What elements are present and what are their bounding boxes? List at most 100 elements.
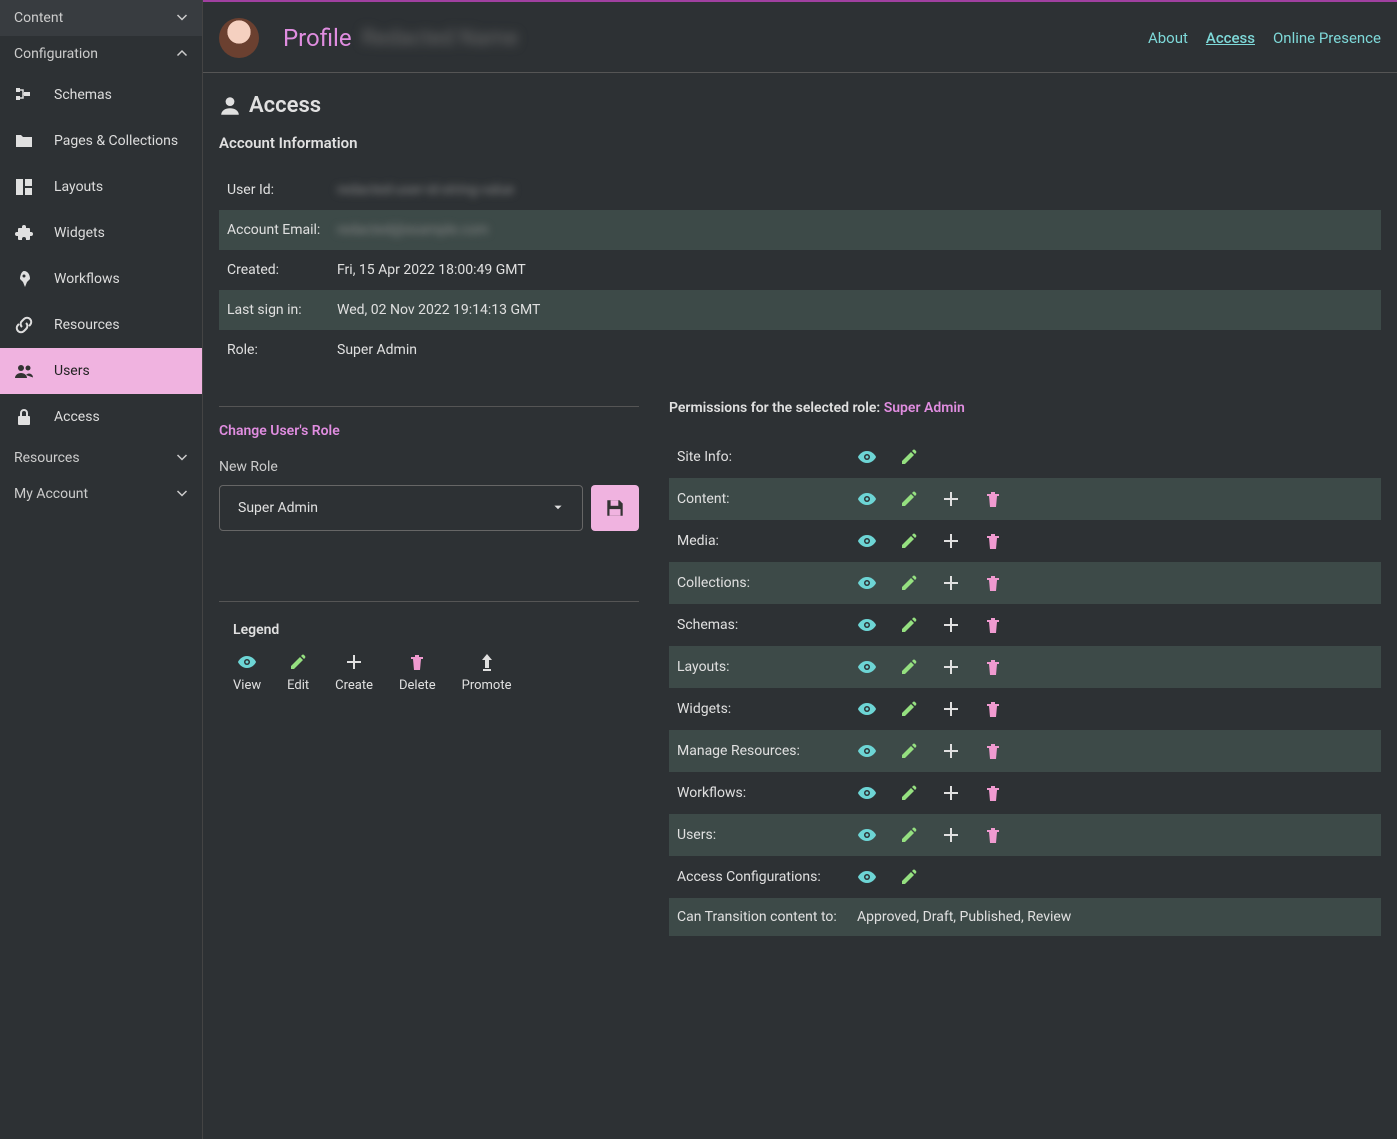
create-icon — [941, 783, 961, 803]
info-value: redacted@example.com — [329, 210, 1381, 250]
view-icon — [857, 657, 877, 677]
role-select-value: Super Admin — [238, 500, 318, 516]
delete-icon — [407, 652, 427, 672]
permission-row: Users: — [669, 814, 1381, 856]
info-row: Role:Super Admin — [219, 330, 1381, 370]
delete-icon — [983, 531, 1003, 551]
legend-label: Delete — [399, 678, 436, 693]
tab-online-presence[interactable]: Online Presence — [1273, 29, 1381, 47]
sidebar-item-pages-collections[interactable]: Pages & Collections — [0, 118, 202, 164]
users-icon — [14, 361, 34, 381]
view-icon — [857, 573, 877, 593]
rocket-icon — [14, 269, 34, 289]
sidebar-item-layouts[interactable]: Layouts — [0, 164, 202, 210]
nav-group-my-account[interactable]: My Account — [0, 476, 202, 512]
edit-icon — [899, 489, 919, 509]
section-title: Access — [249, 93, 321, 118]
sidebar-item-workflows[interactable]: Workflows — [0, 256, 202, 302]
permission-row: Workflows: — [669, 772, 1381, 814]
account-info-table: User Id:redacted-user-id-string-valueAcc… — [219, 170, 1381, 370]
legend-heading: Legend — [233, 622, 639, 638]
create-icon — [941, 489, 961, 509]
permission-label: Workflows: — [669, 772, 849, 814]
tab-about[interactable]: About — [1148, 29, 1188, 47]
permission-transition-row: Can Transition content to:Approved, Draf… — [669, 898, 1381, 936]
view-icon — [857, 615, 877, 635]
edit-icon — [899, 447, 919, 467]
new-role-label: New Role — [219, 459, 639, 475]
info-label: Role: — [219, 330, 329, 370]
layout-icon — [14, 177, 34, 197]
view-icon — [857, 867, 877, 887]
sidebar-item-schemas[interactable]: Schemas — [0, 72, 202, 118]
permissions-heading: Permissions for the selected role: Super… — [669, 400, 1381, 416]
sidebar-item-widgets[interactable]: Widgets — [0, 210, 202, 256]
edit-icon — [899, 573, 919, 593]
edit-icon — [899, 867, 919, 887]
chevron-down-icon — [176, 12, 188, 24]
chevron-down-icon — [176, 488, 188, 500]
info-label: Last sign in: — [219, 290, 329, 330]
edit-icon — [899, 783, 919, 803]
nav-group-configuration[interactable]: Configuration — [0, 36, 202, 72]
delete-icon — [983, 699, 1003, 719]
info-value: Super Admin — [329, 330, 1381, 370]
sidebar-item-label: Pages & Collections — [54, 133, 178, 149]
info-value: Wed, 02 Nov 2022 19:14:13 GMT — [329, 290, 1381, 330]
edit-icon — [899, 825, 919, 845]
legend-item: Promote — [462, 652, 512, 693]
info-row: Created:Fri, 15 Apr 2022 18:00:49 GMT — [219, 250, 1381, 290]
edit-icon — [288, 652, 308, 672]
nav-group-label: Configuration — [14, 46, 98, 62]
permission-label: Site Info: — [669, 436, 849, 478]
sidebar-item-resources[interactable]: Resources — [0, 302, 202, 348]
permission-label: Users: — [669, 814, 849, 856]
puzzle-icon — [14, 223, 34, 243]
person-icon — [219, 95, 241, 117]
info-row: Last sign in:Wed, 02 Nov 2022 19:14:13 G… — [219, 290, 1381, 330]
info-label: Created: — [219, 250, 329, 290]
nav-group-label: Resources — [14, 450, 80, 466]
permission-row: Media: — [669, 520, 1381, 562]
sidebar-item-users[interactable]: Users — [0, 348, 202, 394]
view-icon — [857, 447, 877, 467]
nav-group-resources[interactable]: Resources — [0, 440, 202, 476]
edit-icon — [899, 741, 919, 761]
create-icon — [941, 825, 961, 845]
info-label: Account Email: — [219, 210, 329, 250]
legend-list: ViewEditCreateDeletePromote — [219, 652, 639, 693]
sidebar-item-access[interactable]: Access — [0, 394, 202, 440]
lock-icon — [14, 407, 34, 427]
profile-user-name: Redacted Name — [362, 26, 518, 51]
sidebar-item-label: Resources — [54, 317, 120, 333]
role-select[interactable]: Super Admin — [219, 485, 583, 531]
schema-icon — [14, 85, 34, 105]
permission-row: Site Info: — [669, 436, 1381, 478]
tab-access[interactable]: Access — [1206, 29, 1255, 47]
permission-label: Schemas: — [669, 604, 849, 646]
permissions-role-name: Super Admin — [884, 400, 965, 416]
sidebar-item-label: Access — [54, 409, 100, 425]
create-icon — [941, 573, 961, 593]
view-icon — [857, 741, 877, 761]
folder-icon — [14, 131, 34, 151]
sidebar: Content Configuration Schemas Pages & Co… — [0, 0, 203, 1139]
main: Profile Redacted Name About Access Onlin… — [203, 0, 1397, 1139]
save-role-button[interactable] — [591, 485, 639, 531]
chevron-up-icon — [176, 48, 188, 60]
view-icon — [857, 825, 877, 845]
legend-item: Create — [335, 652, 373, 693]
delete-icon — [983, 615, 1003, 635]
sidebar-item-label: Schemas — [54, 87, 112, 103]
permission-label: Content: — [669, 478, 849, 520]
nav-group-content[interactable]: Content — [0, 0, 202, 36]
info-row: Account Email:redacted@example.com — [219, 210, 1381, 250]
edit-icon — [899, 657, 919, 677]
permission-row: Widgets: — [669, 688, 1381, 730]
transition-value: Approved, Draft, Published, Review — [849, 898, 1381, 936]
view-icon — [857, 489, 877, 509]
delete-icon — [983, 741, 1003, 761]
sidebar-item-label: Layouts — [54, 179, 103, 195]
legend-label: View — [233, 678, 261, 693]
sidebar-item-label: Workflows — [54, 271, 120, 287]
